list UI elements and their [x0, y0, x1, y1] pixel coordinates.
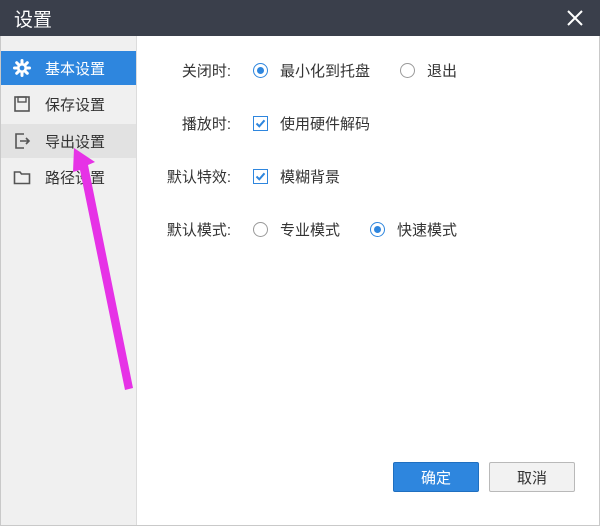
radio-label: 退出 — [427, 62, 458, 80]
sidebar-item-save-settings[interactable]: 保存设置 — [1, 87, 136, 121]
radio-indicator — [370, 221, 385, 237]
minimize-to-tray-radio[interactable]: 最小化到托盘 — [253, 60, 370, 81]
sidebar-item-label: 导出设置 — [45, 133, 106, 151]
radio-indicator — [253, 62, 268, 78]
hardware-decoding-checkbox[interactable]: 使用硬件解码 — [253, 113, 370, 134]
radio-label: 专业模式 — [280, 221, 341, 239]
fast-mode-radio[interactable]: 快速模式 — [370, 219, 457, 240]
radio-indicator — [400, 62, 415, 78]
playback-row: 播放时: 使用硬件解码 — [137, 112, 597, 134]
window-title: 设置 — [14, 10, 53, 31]
check-icon — [253, 168, 268, 184]
effects-row: 默认特效: 模糊背景 — [137, 165, 597, 187]
sidebar-item-label: 保存设置 — [45, 96, 106, 114]
sidebar-item-basic-settings[interactable]: 基本设置 — [1, 51, 136, 85]
checkbox-label: 模糊背景 — [280, 168, 341, 186]
sidebar: 基本设置 保存设置 导出设置 路径设置 — [1, 36, 137, 525]
save-icon — [13, 95, 35, 113]
radio-indicator — [253, 221, 268, 237]
sidebar-item-path-settings[interactable]: 路径设置 — [1, 160, 136, 194]
settings-dialog: 基本设置 保存设置 导出设置 路径设置 关闭时: 最小化到托盘 退出 播放时: … — [0, 36, 600, 526]
cancel-button[interactable]: 取消 — [489, 462, 575, 492]
folder-icon — [13, 168, 35, 186]
professional-mode-radio[interactable]: 专业模式 — [253, 219, 340, 240]
playback-label: 播放时: — [181, 115, 231, 133]
close-button[interactable] — [560, 3, 590, 33]
effects-label: 默认特效: — [166, 168, 231, 186]
check-icon — [253, 115, 268, 131]
settings-panel: 关闭时: 最小化到托盘 退出 播放时: 使用硬件解码 默认特效: 模糊背景 默认… — [137, 36, 599, 525]
sidebar-item-label: 基本设置 — [45, 60, 106, 78]
exit-radio[interactable]: 退出 — [400, 60, 457, 81]
close-icon — [567, 10, 583, 26]
sidebar-item-label: 路径设置 — [45, 169, 106, 187]
close-behavior-row: 关闭时: 最小化到托盘 退出 — [137, 59, 597, 81]
radio-label: 最小化到托盘 — [280, 62, 371, 80]
gear-icon — [13, 59, 35, 77]
mode-row: 默认模式: 专业模式 快速模式 — [137, 218, 597, 240]
confirm-button[interactable]: 确定 — [393, 462, 479, 492]
export-icon — [13, 132, 35, 150]
blur-background-checkbox[interactable]: 模糊背景 — [253, 166, 340, 187]
mode-label: 默认模式: — [166, 221, 231, 239]
sidebar-item-export-settings[interactable]: 导出设置 — [1, 124, 136, 158]
close-behavior-label: 关闭时: — [181, 62, 231, 80]
checkbox-label: 使用硬件解码 — [280, 115, 371, 133]
radio-label: 快速模式 — [397, 221, 458, 239]
title-bar: 设置 — [0, 0, 600, 36]
